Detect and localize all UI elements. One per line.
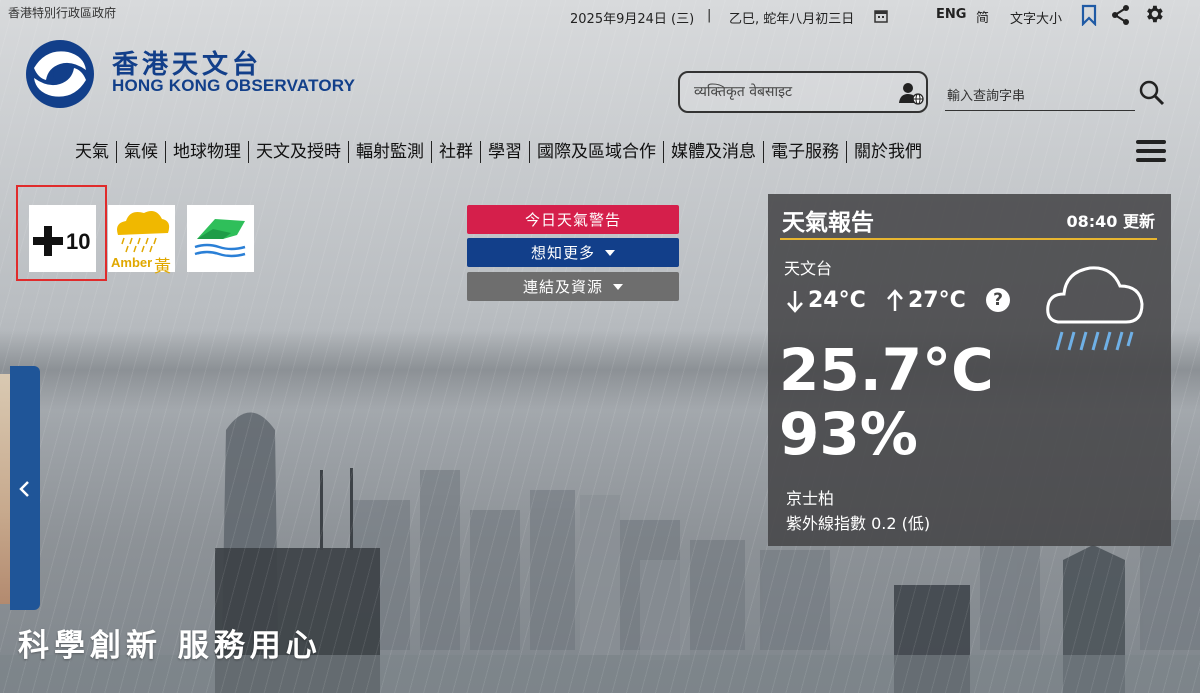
translate-input[interactable]: [692, 83, 891, 101]
search-icon[interactable]: [1139, 80, 1165, 106]
update-time: 08:40 更新: [1066, 212, 1155, 231]
nav-weather[interactable]: 天氣: [68, 141, 117, 163]
date-separator: |: [707, 8, 712, 23]
signal-10-warning[interactable]: 10: [29, 205, 96, 272]
nav-e-services[interactable]: 電子服務: [764, 141, 847, 163]
nav-international[interactable]: 國際及區域合作: [530, 141, 664, 163]
amber-label-zh: 黃: [154, 257, 171, 277]
cross-icon: [33, 226, 63, 256]
main-nav: 天氣 氣候 地球物理 天文及授時 輻射監測 社群 學習 國際及區域合作 媒體及消…: [68, 139, 929, 165]
uv-station-name: 京士柏: [786, 489, 835, 508]
amber-rainstorm-warning[interactable]: Amber 黃: [108, 205, 175, 277]
learn-more-label: 想知更多: [530, 244, 595, 262]
calendar-icon[interactable]: [874, 9, 888, 23]
today-warnings-label: 今日天氣警告: [524, 211, 621, 229]
lang-eng-link[interactable]: ENG: [936, 7, 966, 22]
station-name: 天文台: [784, 259, 833, 278]
min-temp-value: 24°C: [808, 288, 866, 313]
amber-label: Amber: [111, 255, 153, 270]
today-warnings-button[interactable]: 今日天氣警告: [467, 205, 679, 234]
landslip-icon: [194, 219, 246, 258]
gear-icon[interactable]: [1143, 3, 1165, 25]
weather-report-panel: 天氣報告 08:40 更新 天文台 24°C 27°C ? 25.7°C 93%…: [768, 194, 1171, 546]
landslip-warning[interactable]: [187, 205, 254, 272]
government-name: 香港特別行政區政府: [8, 6, 117, 20]
share-icon[interactable]: [1110, 4, 1132, 26]
weather-report-title: 天氣報告: [782, 210, 874, 236]
rain-cloud-icon: [1046, 266, 1144, 351]
signal-number: 10: [66, 229, 91, 254]
learn-more-button[interactable]: 想知更多: [467, 238, 679, 267]
hko-logo[interactable]: [16, 38, 106, 110]
max-temp-value: 27°C: [908, 288, 966, 313]
user-globe-icon[interactable]: [898, 81, 924, 105]
lang-sc-link[interactable]: 简: [976, 7, 989, 26]
logo-title-en: HONG KONG OBSERVATORY: [112, 76, 356, 95]
search-input[interactable]: [945, 82, 1135, 111]
nav-geophysics[interactable]: 地球物理: [166, 141, 249, 163]
arrow-down-icon: [787, 290, 803, 313]
chevron-down-icon: [613, 283, 623, 290]
arrow-up-icon: [887, 288, 903, 311]
chevron-left-icon[interactable]: [18, 479, 32, 499]
nav-about[interactable]: 關於我們: [847, 141, 929, 163]
links-resources-button[interactable]: 連結及資源: [467, 272, 679, 301]
title-divider: [780, 238, 1157, 240]
nav-radiation[interactable]: 輻射監測: [349, 141, 432, 163]
translate-box: [678, 71, 928, 113]
menu-icon[interactable]: [1136, 140, 1166, 162]
chevron-down-icon: [605, 249, 615, 256]
lunar-date: 乙巳, 蛇年八月初三日: [729, 12, 855, 27]
slogan: 科學創新 服務用心: [18, 628, 322, 664]
help-icon[interactable]: ?: [986, 288, 1010, 312]
relative-humidity: 93%: [779, 400, 918, 468]
uv-index: 紫外線指數 0.2 (低): [786, 514, 931, 533]
max-temp: 27°C: [886, 288, 966, 313]
current-date: 2025年9月24日 (三): [570, 12, 695, 27]
nav-media[interactable]: 媒體及消息: [664, 141, 764, 163]
min-temp: 24°C: [786, 288, 866, 313]
links-resources-label: 連結及資源: [522, 278, 603, 296]
nav-learning[interactable]: 學習: [481, 141, 530, 163]
current-temperature: 25.7°C: [779, 336, 994, 404]
nav-astronomy-time[interactable]: 天文及授時: [249, 141, 349, 163]
bookmark-icon[interactable]: [1080, 4, 1098, 26]
font-size-link[interactable]: 文字大小: [1010, 8, 1062, 27]
nav-climate[interactable]: 氣候: [117, 141, 166, 163]
nav-community[interactable]: 社群: [432, 141, 481, 163]
